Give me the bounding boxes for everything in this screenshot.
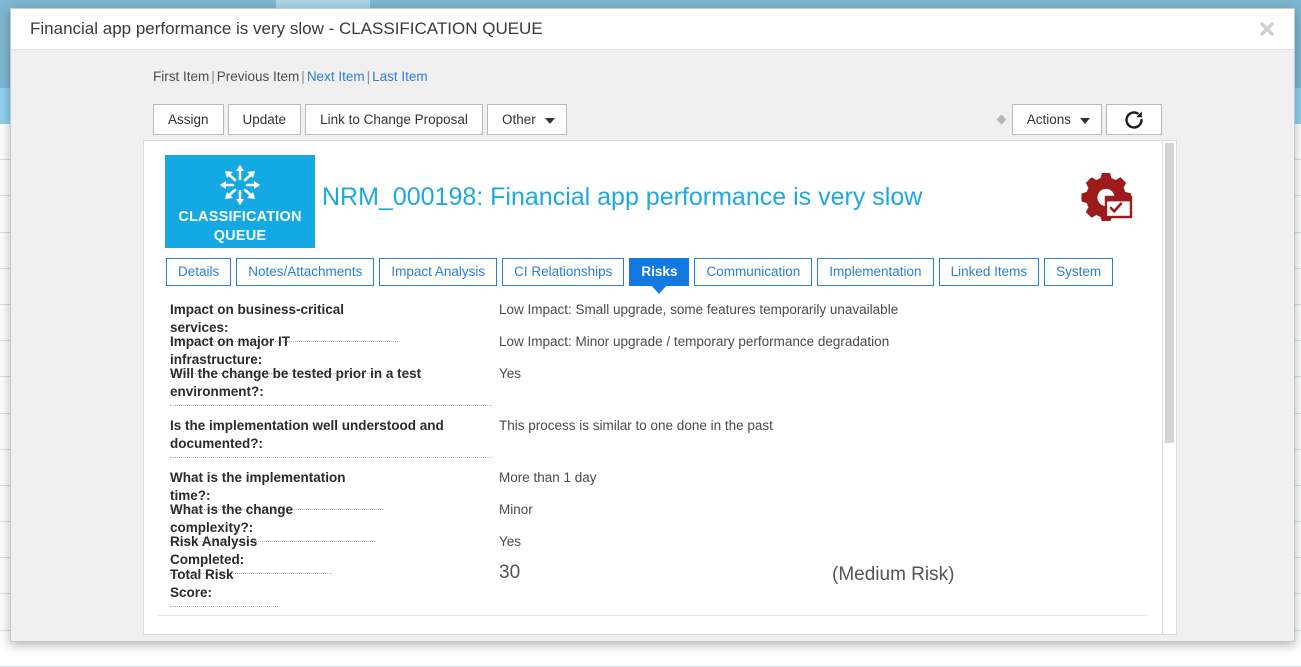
starburst-arrows-icon <box>214 162 266 208</box>
form-row: Is the implementation well understood an… <box>144 417 1162 458</box>
last-item-link[interactable]: Last Item <box>372 69 428 84</box>
tab-label: Implementation <box>829 264 921 279</box>
active-tab-pointer <box>651 285 667 294</box>
tab-label: System <box>1056 264 1101 279</box>
toolbar-right-group: Actions <box>995 104 1162 135</box>
tab-label: Linked Items <box>951 264 1028 279</box>
previous-item-link[interactable]: Previous Item <box>217 69 300 84</box>
tab-system[interactable]: System <box>1044 258 1113 286</box>
item-navigation: First Item|Previous Item|Next Item|Last … <box>153 69 428 84</box>
close-icon[interactable] <box>1254 17 1280 43</box>
logo-line-1: CLASSIFICATION <box>178 208 301 227</box>
classification-queue-logo: CLASSIFICATION QUEUE <box>165 155 315 248</box>
other-dropdown-label: Other <box>502 112 536 127</box>
tab-label: Impact Analysis <box>391 264 485 279</box>
action-toolbar: Assign Update Link to Change Proposal Ot… <box>153 104 571 135</box>
nav-separator-2: | <box>299 69 307 84</box>
logo-line-2: QUEUE <box>214 227 267 246</box>
form-row: Will the change be tested prior in a tes… <box>144 365 1162 406</box>
tab-ci-relationships[interactable]: CI Relationships <box>502 258 624 286</box>
tab-details[interactable]: Details <box>166 258 231 286</box>
first-item-link[interactable]: First Item <box>153 69 209 84</box>
field-value: More than 1 day <box>499 469 597 487</box>
field-value: Low Impact: Minor upgrade / temporary pe… <box>499 333 889 351</box>
tab-risks[interactable]: Risks <box>629 258 689 286</box>
field-value: This process is similar to one done in t… <box>499 417 773 435</box>
field-label: Will the change be tested prior in a tes… <box>170 365 492 406</box>
tab-label: CI Relationships <box>514 264 612 279</box>
field-value-annotation: (Medium Risk) <box>832 564 954 586</box>
field-label: Total Risk Score: <box>170 566 278 607</box>
other-dropdown-button[interactable]: Other <box>487 104 567 135</box>
field-value: Yes <box>499 365 521 383</box>
nav-separator-1: | <box>209 69 217 84</box>
form-row: Total Risk Score: 30 (Medium Risk) <box>144 566 1162 607</box>
field-value: Yes <box>499 533 521 551</box>
panel-scrollbar-thumb[interactable] <box>1165 143 1174 443</box>
modal-title: Financial app performance is very slow -… <box>30 19 543 39</box>
tab-label: Details <box>178 264 219 279</box>
drag-handle-icon[interactable] <box>995 104 1009 135</box>
field-value: 30 <box>499 564 520 582</box>
tab-linked-items[interactable]: Linked Items <box>939 258 1040 286</box>
refresh-button[interactable] <box>1106 104 1162 135</box>
record-content-panel: CLASSIFICATION QUEUE NRM_000198: Financi… <box>143 140 1163 635</box>
modal-header: Financial app performance is very slow -… <box>11 9 1294 50</box>
tab-notes-attachments[interactable]: Notes/Attachments <box>236 258 374 286</box>
tab-implementation[interactable]: Implementation <box>817 258 933 286</box>
refresh-icon <box>1122 108 1146 132</box>
gear-checklist-icon[interactable] <box>1080 171 1134 221</box>
chevron-down-icon <box>1080 118 1090 124</box>
nav-separator-3: | <box>365 69 373 84</box>
tab-impact-analysis[interactable]: Impact Analysis <box>379 258 497 286</box>
update-button[interactable]: Update <box>228 104 302 135</box>
panel-scrollbar[interactable] <box>1163 140 1177 635</box>
tab-communication[interactable]: Communication <box>694 258 812 286</box>
page-title: NRM_000198: Financial app performance is… <box>322 183 922 212</box>
field-value: Low Impact: Small upgrade, some features… <box>499 301 898 319</box>
assign-button[interactable]: Assign <box>153 104 224 135</box>
field-label: Is the implementation well understood an… <box>170 417 492 458</box>
tab-label: Communication <box>706 264 800 279</box>
actions-dropdown-button[interactable]: Actions <box>1012 104 1102 135</box>
chevron-down-icon <box>545 118 555 124</box>
tab-label: Risks <box>641 264 677 279</box>
panel-bottom-divider <box>158 615 1148 616</box>
field-value: Minor <box>499 501 533 519</box>
next-item-link[interactable]: Next Item <box>307 69 365 84</box>
record-header: CLASSIFICATION QUEUE NRM_000198: Financi… <box>144 141 1162 256</box>
tab-label: Notes/Attachments <box>248 264 362 279</box>
link-to-change-proposal-button[interactable]: Link to Change Proposal <box>305 104 483 135</box>
tab-strip: Details Notes/Attachments Impact Analysis C… <box>166 258 1118 286</box>
record-modal: Financial app performance is very slow -… <box>10 8 1295 642</box>
actions-dropdown-label: Actions <box>1027 112 1071 127</box>
